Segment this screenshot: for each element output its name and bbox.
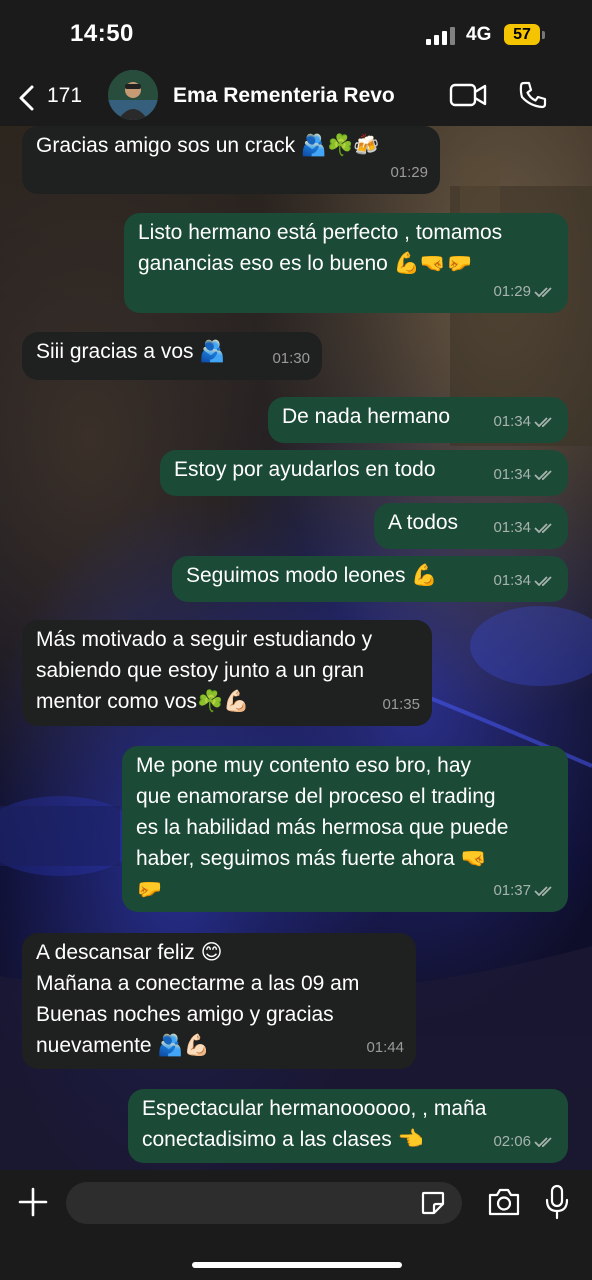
double-check-icon <box>534 886 552 897</box>
message-time: 01:34 <box>493 512 556 543</box>
message-text: sabiendo que estoy junto a un gran <box>36 659 365 682</box>
message-timestamp: 01:37 <box>493 882 531 899</box>
status-time: 14:50 <box>70 20 134 47</box>
message-text: ganancias eso es lo bueno 💪🤜🤛 <box>138 252 473 275</box>
message-timestamp: 01:34 <box>493 413 531 430</box>
back-unread-count[interactable]: 171 <box>47 84 82 108</box>
phone-icon[interactable] <box>518 80 548 110</box>
message-time: 01:35 <box>382 689 420 720</box>
message-text: nuevamente 🫂💪🏻 <box>36 1034 210 1057</box>
message-timestamp: 01:44 <box>366 1039 404 1056</box>
message-timestamp: 01:29 <box>390 164 428 181</box>
outgoing-message[interactable]: A todos 01:34 <box>374 503 568 549</box>
double-check-icon <box>534 576 552 587</box>
outgoing-message[interactable]: Seguimos modo leones 💪 01:34 <box>172 556 568 602</box>
avatar-image <box>108 70 158 120</box>
composer-bar <box>0 1170 592 1280</box>
plus-icon[interactable] <box>18 1187 48 1217</box>
double-check-icon <box>534 470 552 481</box>
message-timestamp: 01:34 <box>493 466 531 483</box>
message-time: 02:06 <box>493 1126 556 1157</box>
message-timestamp: 01:34 <box>493 519 531 536</box>
battery-icon: 57 <box>504 24 540 45</box>
outgoing-message[interactable]: Espectacular hermanoooooo, , maña conecta… <box>128 1089 568 1163</box>
outgoing-message[interactable]: Me pone muy contento eso bro, hay que ena… <box>122 746 568 912</box>
message-timestamp: 01:34 <box>493 572 531 589</box>
message-text: Mañana a conectarme a las 09 am <box>36 972 360 995</box>
message-time: 01:37 <box>493 875 556 906</box>
incoming-message[interactable]: A descansar feliz 😊 Mañana a conectarme a… <box>22 933 416 1069</box>
signal-icon <box>426 27 456 45</box>
message-text: haber, seguimos más fuerte ahora 🤜 <box>136 847 487 870</box>
message-text: conectadisimo a las clases 👈 <box>142 1128 424 1151</box>
message-text: Buenas noches amigo y gracias <box>36 1003 334 1026</box>
outgoing-message[interactable]: De nada hermano 01:34 <box>268 397 568 443</box>
incoming-message[interactable]: Siii gracias a vos 🫂 01:30 <box>22 332 322 380</box>
message-time: 01:29 <box>390 157 428 188</box>
video-camera-icon[interactable] <box>449 82 487 108</box>
message-text: Espectacular hermanoooooo, , maña <box>142 1097 487 1120</box>
network-type: 4G <box>466 24 492 45</box>
message-time: 01:34 <box>493 459 556 490</box>
message-time: 01:44 <box>366 1032 404 1063</box>
message-time: 01:34 <box>493 565 556 596</box>
message-timestamp: 01:35 <box>382 696 420 713</box>
message-text: Listo hermano está perfecto , tomamos <box>138 221 503 244</box>
message-timestamp: 01:30 <box>272 350 310 367</box>
message-timestamp: 01:29 <box>493 283 531 300</box>
outgoing-message[interactable]: Listo hermano está perfecto , tomamos gan… <box>124 213 568 313</box>
chat-header: 171 Ema Rementeria Revo <box>0 70 592 126</box>
message-input[interactable] <box>66 1182 462 1224</box>
outgoing-message[interactable]: Estoy por ayudarlos en todo 01:34 <box>160 450 568 496</box>
message-text: Me pone muy contento eso bro, hay <box>136 754 472 777</box>
message-timestamp: 02:06 <box>493 1133 531 1150</box>
chat-messages[interactable]: Gracias amigo sos un crack 🫂☘️🍻 01:29 List… <box>0 126 592 1170</box>
chevron-left-icon[interactable] <box>16 84 38 112</box>
incoming-message[interactable]: Más motivado a seguir estudiando y sabien… <box>22 620 432 726</box>
message-text: es la habilidad más hermosa que puede <box>136 816 509 839</box>
status-bar: 14:50 4G 57 <box>0 0 592 70</box>
message-text: mentor como vos☘️💪🏻 <box>36 690 250 713</box>
message-time: 01:29 <box>493 276 556 307</box>
double-check-icon <box>534 417 552 428</box>
message-text: que enamorarse del proceso el trading <box>136 785 496 808</box>
message-time: 01:34 <box>493 406 556 437</box>
double-check-icon <box>534 1137 552 1148</box>
contact-name[interactable]: Ema Rementeria Revo <box>173 84 395 108</box>
battery-tip <box>542 31 545 39</box>
message-text: Siii gracias a vos 🫂 <box>36 340 226 363</box>
avatar[interactable] <box>108 70 158 120</box>
home-indicator <box>192 1262 402 1268</box>
message-text: Más motivado a seguir estudiando y <box>36 628 373 651</box>
incoming-message[interactable]: Gracias amigo sos un crack 🫂☘️🍻 01:29 <box>22 126 440 194</box>
message-time: 01:30 <box>272 343 310 374</box>
sticker-icon[interactable] <box>420 1190 446 1216</box>
microphone-icon[interactable] <box>544 1184 570 1220</box>
double-check-icon <box>534 523 552 534</box>
camera-icon[interactable] <box>487 1187 521 1217</box>
message-text: A descansar feliz 😊 <box>36 941 223 964</box>
message-text: 🤛 <box>136 878 163 901</box>
message-text: Gracias amigo sos un crack 🫂☘️🍻 <box>36 134 380 157</box>
double-check-icon <box>534 287 552 298</box>
